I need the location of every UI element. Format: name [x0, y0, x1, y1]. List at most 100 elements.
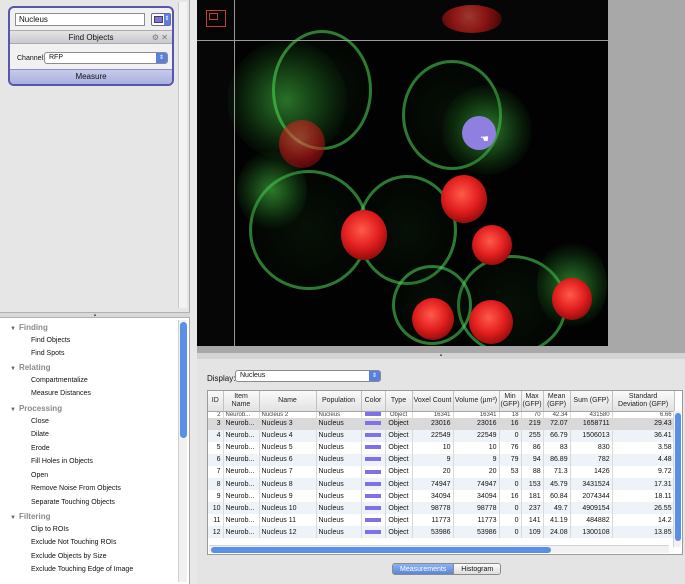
- operation-header[interactable]: Find Objects ⚙ ✕: [10, 30, 172, 44]
- task-color-button[interactable]: ⇕: [151, 13, 171, 26]
- scroll-thumb[interactable]: [675, 413, 681, 541]
- column-header[interactable]: Max (GFP): [521, 391, 544, 412]
- column-header[interactable]: Name: [259, 391, 317, 412]
- crosshair-horizontal[interactable]: [197, 40, 608, 41]
- table-cell: Nucleus: [316, 502, 362, 515]
- table-row[interactable]: 4 Neurob... Nucleus 4 Nucleus Object 22549 225…: [208, 429, 675, 442]
- operation-item[interactable]: Find Spots: [31, 350, 64, 357]
- table-row[interactable]: 12 Neurob... Nucleus 12 Nucleus Object 53986 5…: [208, 526, 675, 539]
- category-processing[interactable]: ▼ Processing: [10, 404, 62, 413]
- measurements-table[interactable]: ID Item Name Name Population Color Type Voxel …: [207, 390, 683, 555]
- table-cell: Object: [385, 429, 413, 442]
- hand-cursor-icon: ☚: [480, 134, 489, 145]
- operation-item[interactable]: Clip to ROIs: [31, 526, 69, 533]
- table-cell: 36.41: [612, 429, 675, 442]
- table-cell: Neurob...: [223, 490, 260, 503]
- table-cell: Object: [385, 502, 413, 515]
- measure-button[interactable]: Measure: [10, 69, 172, 84]
- display-select[interactable]: Nucleus ⇕: [235, 370, 381, 382]
- table-cell: 41.19: [543, 514, 571, 527]
- table-horizontal-scrollbar[interactable]: [209, 545, 669, 553]
- table-row[interactable]: 3 Neurob... Nucleus 3 Nucleus Object 23016 230…: [208, 417, 675, 430]
- scroll-thumb[interactable]: [180, 322, 187, 438]
- view-tabs: Measurements Histogram: [392, 563, 502, 575]
- selected-object[interactable]: [462, 116, 496, 150]
- column-header[interactable]: Voxel Count: [412, 391, 454, 412]
- operation-item[interactable]: Open: [31, 472, 48, 479]
- table-row[interactable]: 7 Neurob... Nucleus 7 Nucleus Object 20 20 53 88…: [208, 465, 675, 478]
- close-icon[interactable]: ✕: [161, 33, 168, 42]
- operation-item[interactable]: Exclude Objects by Size: [31, 553, 106, 560]
- column-header[interactable]: Mean (GFP): [543, 391, 571, 412]
- column-header[interactable]: Standard Deviation (GFP): [612, 391, 675, 412]
- table-cell: Object: [385, 477, 413, 491]
- table-row[interactable]: 9 Neurob... Nucleus 9 Nucleus Object 34094 340…: [208, 490, 675, 503]
- color-cell: [361, 502, 386, 515]
- category-relating[interactable]: ▼ Relating: [10, 363, 51, 372]
- table-row[interactable]: 5 Neurob... Nucleus 5 Nucleus Object 10 10 76 86…: [208, 441, 675, 454]
- operation-item[interactable]: Compartmentalize: [31, 377, 88, 384]
- table-cell: 20: [412, 465, 454, 478]
- nucleus: [412, 298, 454, 340]
- column-header[interactable]: Sum (GFP): [570, 391, 613, 412]
- disclosure-down-icon: ▼: [10, 515, 16, 521]
- nucleus: [442, 5, 502, 33]
- table-cell: 1300108: [570, 526, 613, 539]
- color-cell: [361, 526, 386, 539]
- table-cell: 53986: [412, 526, 454, 539]
- table-row[interactable]: 6 Neurob... Nucleus 6 Nucleus Object 9 9 79 94 86…: [208, 453, 675, 466]
- display-value: Nucleus: [240, 372, 266, 379]
- tab-measurements[interactable]: Measurements: [393, 564, 454, 574]
- channel-select[interactable]: RFP ⇕: [44, 52, 168, 64]
- navigator-viewport[interactable]: [209, 13, 218, 20]
- table-row[interactable]: 10 Neurob... Nucleus 10 Nucleus Object 98778 9…: [208, 502, 675, 515]
- tab-histogram[interactable]: Histogram: [453, 564, 501, 574]
- scroll-thumb[interactable]: [211, 547, 551, 553]
- operation-item[interactable]: Find Objects: [31, 337, 70, 344]
- column-header[interactable]: Volume (µm³): [453, 391, 500, 412]
- table-row[interactable]: 11 Neurob... Nucleus 11 Nucleus Object 11773 1…: [208, 514, 675, 527]
- table-cell: Neurob...: [223, 453, 260, 466]
- task-box[interactable]: Nucleus ⇕ Find Objects ⚙ ✕ Channel: RFP …: [8, 6, 174, 86]
- nucleus: [279, 120, 325, 168]
- column-header[interactable]: Min (GFP): [499, 391, 522, 412]
- task-name-field[interactable]: Nucleus: [15, 13, 145, 26]
- operation-item[interactable]: Remove Noise From Objects: [31, 485, 121, 492]
- microscopy-image[interactable]: ☚: [197, 0, 608, 346]
- table-row[interactable]: 2 Neurob... Nucleus 2 Nucleus Object 16341 163…: [208, 411, 675, 418]
- category-filtering[interactable]: ▼ Filtering: [10, 512, 51, 521]
- gear-icon[interactable]: ⚙: [152, 33, 159, 42]
- table-vertical-scrollbar[interactable]: [673, 411, 681, 547]
- table-cell: Object: [385, 417, 413, 430]
- column-header[interactable]: ID: [208, 391, 224, 412]
- table-cell: 11773: [453, 514, 500, 527]
- operation-item[interactable]: Measure Distances: [31, 390, 91, 397]
- operation-item[interactable]: Erode: [31, 445, 50, 452]
- operation-item[interactable]: Close: [31, 418, 49, 425]
- category-finding[interactable]: ▼ Finding: [10, 323, 48, 332]
- operation-item[interactable]: Exclude Touching Edge of Image: [31, 566, 133, 573]
- operations-scrollbar[interactable]: [178, 320, 187, 582]
- table-cell: 94: [521, 453, 544, 466]
- operations-list: ▼ Finding Find Objects Find Spots ▼ Relati…: [0, 318, 190, 584]
- table-cell: 0: [499, 526, 522, 539]
- table-cell: 3: [208, 417, 224, 430]
- operation-item[interactable]: Fill Holes in Objects: [31, 458, 93, 465]
- operation-item[interactable]: Separate Touching Objects: [31, 499, 115, 506]
- table-cell: Nucleus 10: [259, 502, 317, 515]
- column-header[interactable]: Color: [361, 391, 386, 412]
- image-viewer[interactable]: ☚: [197, 0, 685, 352]
- column-header[interactable]: Type: [385, 391, 413, 412]
- operation-item[interactable]: Dilate: [31, 431, 49, 438]
- navigator-thumbnail[interactable]: [206, 10, 226, 27]
- table-cell: 7: [208, 465, 224, 478]
- column-header[interactable]: Item Name: [223, 391, 260, 412]
- table-row[interactable]: 8 Neurob... Nucleus 8 Nucleus Object 74947 749…: [208, 477, 675, 491]
- column-header[interactable]: Population: [316, 391, 362, 412]
- table-cell: 23016: [453, 417, 500, 430]
- crosshair-vertical[interactable]: [234, 0, 235, 346]
- operation-item[interactable]: Exclude Not Touching ROIs: [31, 539, 116, 546]
- task-panel-scrollbar[interactable]: [178, 2, 187, 308]
- table-cell: 72.07: [543, 417, 571, 430]
- viewer-splitter[interactable]: ▴: [197, 352, 685, 359]
